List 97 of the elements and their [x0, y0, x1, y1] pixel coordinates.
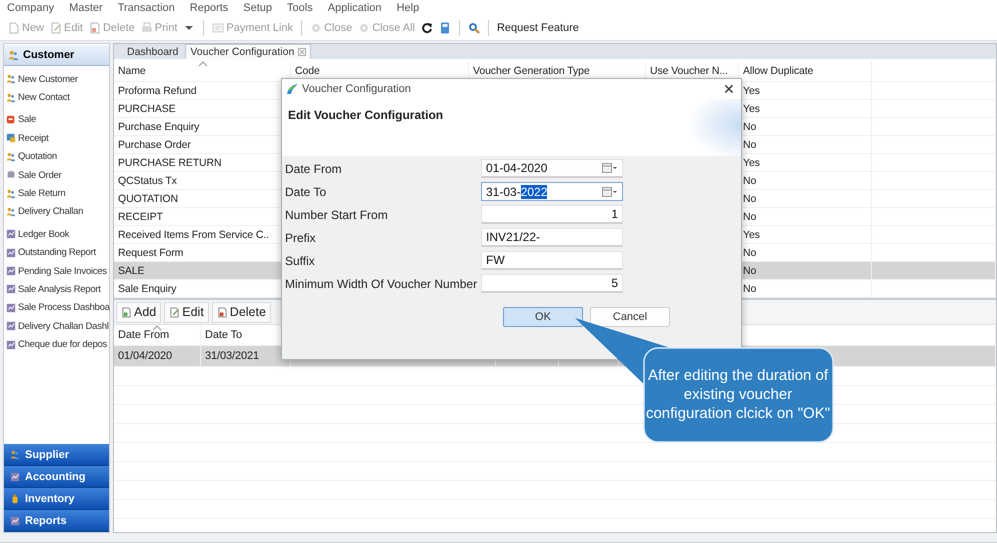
sidebar-item[interactable]: Pending Sale Invoices: [4, 262, 109, 280]
report-icon: [6, 302, 16, 313]
callout-text: After editing the duration of existing voucher configuration clcick on "OK": [645, 366, 831, 424]
search-icon: [468, 22, 480, 34]
column-header[interactable]: Code: [295, 65, 320, 77]
bottle-icon: [10, 494, 20, 504]
report-icon: [6, 340, 16, 350]
sidebar-item[interactable]: Sale Return: [4, 184, 109, 203]
module-button[interactable]: Accounting: [4, 466, 109, 488]
square-icon: [6, 114, 16, 125]
sidebar-item[interactable]: Cheque due for depos: [4, 335, 109, 354]
menu-item[interactable]: Transaction: [118, 2, 175, 14]
sidebar-item[interactable]: Ledger Book: [4, 225, 109, 244]
printer-icon: [140, 22, 153, 34]
input-field[interactable]: 5: [481, 274, 623, 293]
delete-icon: [88, 22, 101, 34]
dialog-heading: Edit Voucher Configuration: [288, 108, 444, 122]
sort-icon: [198, 61, 208, 67]
report-icon: [6, 229, 16, 240]
field-label: Prefix: [285, 230, 317, 244]
person-icon: [6, 188, 16, 199]
module-button[interactable]: Supplier: [4, 444, 109, 466]
person-icon: [8, 50, 19, 60]
menu-item[interactable]: Master: [69, 2, 103, 14]
sidebar-item[interactable]: Sale Process Dashboa: [4, 298, 109, 318]
calendar-icon[interactable]: [602, 162, 618, 174]
dialog-title: Voucher Configuration: [302, 83, 411, 95]
sidebar-item[interactable]: Receipt: [4, 129, 109, 148]
module-button[interactable]: Reports: [4, 510, 109, 532]
column-header[interactable]: Allow Duplicate: [743, 65, 814, 77]
sidebar-item[interactable]: Sale Order: [4, 166, 109, 184]
edit-icon: [50, 22, 62, 34]
calculator-button[interactable]: [438, 22, 451, 34]
ok-button[interactable]: OK: [503, 307, 583, 327]
add-icon: [121, 306, 132, 318]
report-icon: [6, 321, 16, 332]
sidebar-item[interactable]: Quotation: [4, 148, 109, 166]
calendar-icon[interactable]: [602, 186, 618, 198]
sidebar-item[interactable]: Sale: [4, 110, 109, 130]
column-header[interactable]: Name: [118, 65, 146, 77]
table-cell: 01/04/2020: [114, 346, 201, 366]
sort-icon: [152, 325, 162, 331]
swoosh-icon: [286, 83, 298, 95]
sidebar-item[interactable]: Delivery Challan: [4, 202, 109, 222]
sidebar-item[interactable]: Sale Analysis Report: [4, 280, 109, 299]
sidebar-header[interactable]: Customer: [4, 45, 109, 66]
menu-item[interactable]: Reports: [190, 2, 228, 14]
menu-item[interactable]: Tools: [287, 2, 313, 14]
date-field[interactable]: 31-03-2022: [481, 182, 623, 201]
menu-item[interactable]: Company: [7, 2, 54, 14]
column-header[interactable]: Voucher Generation Type: [473, 65, 590, 77]
sidebar-item[interactable]: New Contact: [4, 88, 109, 107]
sidebar-item[interactable]: Delivery Challan Dashl: [4, 317, 109, 336]
report-icon: [10, 472, 20, 482]
request-feature-button[interactable]: Request Feature: [496, 22, 579, 34]
receipt-icon: [6, 133, 16, 144]
refresh-icon: [420, 22, 433, 34]
refresh-button[interactable]: [420, 22, 433, 34]
report-icon: [6, 266, 16, 276]
person-icon: [6, 92, 16, 103]
close-button[interactable]: ✕: [723, 82, 735, 96]
sidebar-item[interactable]: New Customer: [4, 70, 109, 88]
field-label: Number Start From: [285, 208, 389, 222]
delete-icon: [216, 306, 228, 318]
sidebar-item[interactable]: Outstanding Report: [4, 244, 109, 262]
menu-item[interactable]: Application: [328, 2, 382, 14]
report-icon: [10, 516, 20, 526]
person-icon: [6, 74, 16, 84]
close-icon[interactable]: [298, 48, 306, 56]
input-field[interactable]: FW: [481, 251, 623, 270]
cylinder-icon: [6, 170, 16, 180]
module-button[interactable]: Inventory: [4, 488, 109, 510]
toolbar-button[interactable]: Delete: [212, 302, 271, 322]
cancel-button[interactable]: Cancel: [590, 307, 670, 327]
input-field[interactable]: INV21/22-: [481, 228, 623, 247]
tab[interactable]: Dashboard: [122, 44, 184, 59]
column-header[interactable]: Use Voucher N...: [650, 65, 728, 77]
menu-item[interactable]: Setup: [243, 2, 272, 14]
edit-icon: [169, 306, 180, 318]
report-icon: [6, 284, 16, 294]
report-icon: [6, 248, 16, 258]
input-field[interactable]: 1: [481, 205, 623, 224]
column-header[interactable]: Date From: [118, 329, 170, 341]
toolbar-button[interactable]: Edit: [164, 302, 209, 322]
person-icon: [6, 206, 16, 217]
link-icon: [212, 22, 224, 34]
tab[interactable]: Voucher Configuration: [185, 44, 312, 59]
calculator-icon: [438, 22, 451, 34]
field-label: Minimum Width Of Voucher Number: [285, 276, 478, 290]
column-header[interactable]: Date To: [205, 329, 242, 341]
search-button[interactable]: [468, 22, 480, 34]
toolbar-button[interactable]: Add: [116, 302, 162, 322]
doc-icon: [8, 22, 20, 34]
person-icon: [10, 450, 20, 460]
date-field[interactable]: 01-04-2020: [481, 159, 623, 178]
menu-item[interactable]: Help: [396, 2, 420, 14]
person-icon: [6, 152, 16, 162]
